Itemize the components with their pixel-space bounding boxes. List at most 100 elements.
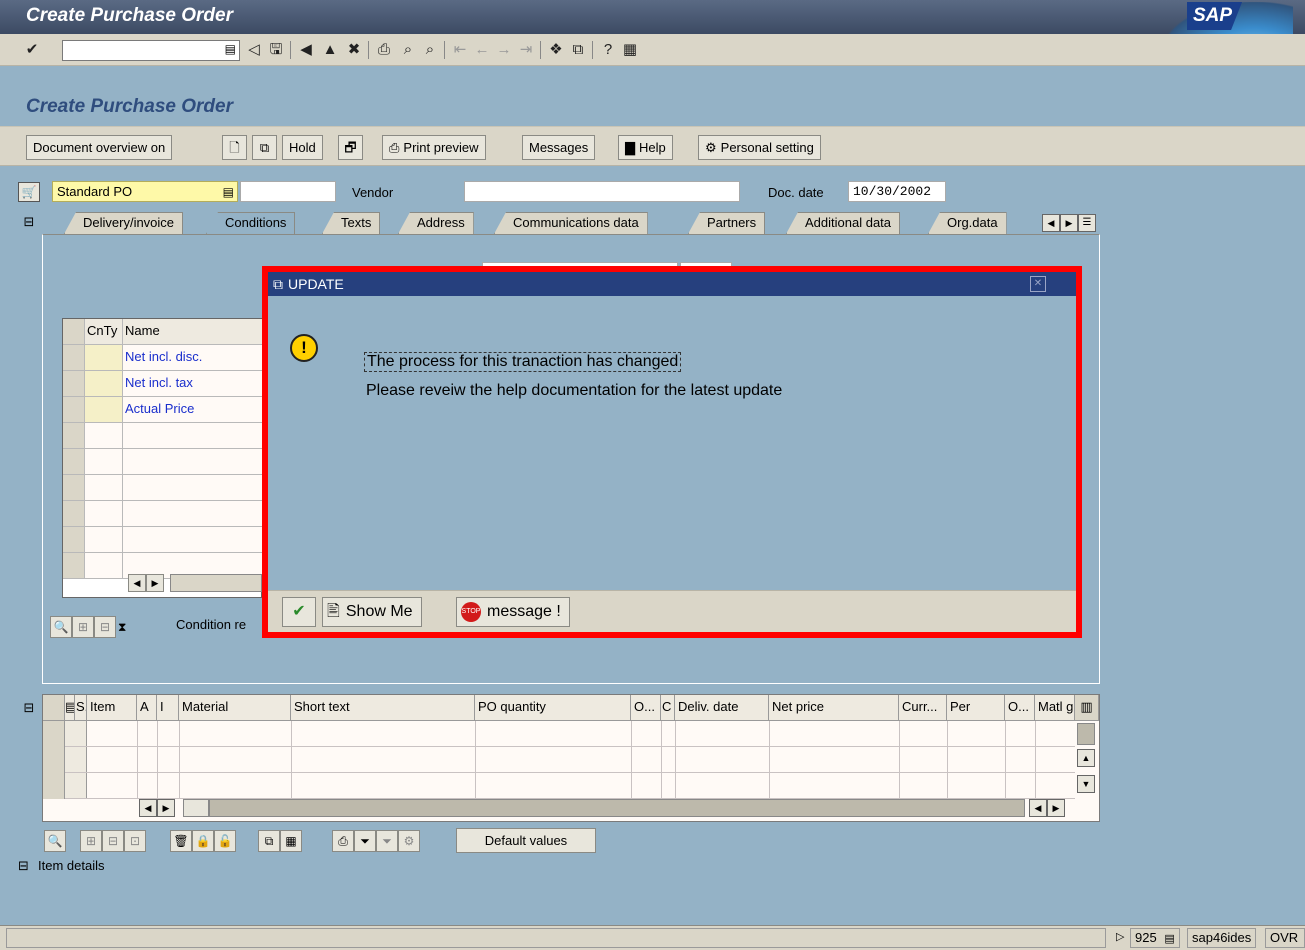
row-selector-column[interactable] bbox=[43, 721, 65, 799]
system-info-icon[interactable]: ▤ bbox=[1164, 933, 1174, 945]
table-icon[interactable]: ▦ bbox=[280, 830, 302, 852]
scroll-left-icon[interactable]: ◀ bbox=[128, 574, 146, 592]
check-icon[interactable]: 🗗 bbox=[338, 135, 363, 160]
scroll-right-icon[interactable]: ▶ bbox=[157, 799, 175, 817]
row-selector[interactable] bbox=[63, 553, 85, 579]
table-cell[interactable]: Actual Price bbox=[123, 397, 263, 423]
tab-delivery-invoice[interactable]: Delivery/invoice bbox=[64, 212, 184, 234]
tab-communications-data[interactable]: Communications data bbox=[494, 212, 648, 234]
print-preview-button[interactable]: ⎙ Print preview bbox=[382, 135, 486, 160]
create-session-icon[interactable]: ❖ bbox=[546, 40, 566, 60]
table-cell[interactable] bbox=[123, 423, 263, 449]
scroll-right-icon[interactable]: ▶ bbox=[1047, 799, 1065, 817]
close-icon[interactable]: ✕ bbox=[1030, 276, 1046, 292]
last-page-icon[interactable]: ⇥ bbox=[516, 40, 536, 60]
column-header-c[interactable]: C bbox=[661, 695, 675, 721]
scroll-left-icon[interactable]: ◀ bbox=[1029, 799, 1047, 817]
row-selector[interactable] bbox=[63, 397, 85, 423]
column-header-order-unit[interactable]: O... bbox=[631, 695, 661, 721]
first-page-icon[interactable]: ⇤ bbox=[450, 40, 470, 60]
table-cell[interactable] bbox=[85, 345, 123, 371]
collapse-command-icon[interactable]: ◁ bbox=[244, 40, 264, 60]
column-header-cnty[interactable]: CnTy bbox=[85, 319, 123, 345]
command-field[interactable]: ▤ bbox=[62, 40, 240, 61]
condition-analysis-icon[interactable]: ⧗ bbox=[118, 620, 126, 635]
column-header-deliv-date[interactable]: Deliv. date bbox=[675, 695, 769, 721]
conditions-horizontal-scrollbar[interactable] bbox=[170, 574, 262, 592]
table-select-all[interactable] bbox=[43, 695, 65, 721]
column-header-i[interactable]: I bbox=[157, 695, 179, 721]
vendor-field[interactable] bbox=[464, 181, 740, 202]
column-header-short-text[interactable]: Short text bbox=[291, 695, 475, 721]
copy-icon[interactable]: ⧉ bbox=[258, 830, 280, 852]
cancel-icon[interactable]: ✖ bbox=[344, 40, 364, 60]
table-cell[interactable] bbox=[123, 527, 263, 553]
tab-texts[interactable]: Texts bbox=[322, 212, 381, 234]
column-header-matl-group[interactable]: Matl g bbox=[1035, 695, 1075, 721]
item-details-toggle[interactable]: ⊟ Item details bbox=[18, 858, 104, 874]
po-number-field[interactable] bbox=[240, 181, 336, 202]
column-header-a[interactable]: A bbox=[137, 695, 157, 721]
save-icon[interactable]: 🖫 bbox=[266, 40, 286, 60]
exit-icon[interactable]: ▲ bbox=[320, 40, 340, 60]
create-shortcut-icon[interactable]: ⧉ bbox=[568, 40, 588, 60]
table-cell[interactable] bbox=[85, 501, 123, 527]
item-copy-icon[interactable]: ⊟ bbox=[102, 830, 124, 852]
row-selector[interactable] bbox=[63, 449, 85, 475]
status-mode[interactable]: OVR bbox=[1265, 928, 1305, 948]
document-overview-button[interactable]: Document overview on bbox=[26, 135, 173, 160]
tab-address[interactable]: Address bbox=[398, 212, 474, 234]
table-cell[interactable] bbox=[123, 449, 263, 475]
table-cell[interactable] bbox=[85, 527, 123, 553]
status-expand-icon[interactable]: ▷ bbox=[1116, 930, 1124, 943]
print-icon[interactable]: ⎙ bbox=[374, 40, 394, 60]
find-next-icon[interactable]: ⌕ bbox=[420, 40, 440, 60]
doc-date-field[interactable]: 10/30/2002 bbox=[848, 181, 946, 202]
item-detail-icon[interactable]: 🔍 bbox=[44, 830, 66, 852]
table-cell[interactable] bbox=[123, 501, 263, 527]
message-button[interactable]: STOP message ! bbox=[456, 597, 570, 627]
tab-scroll-right-icon[interactable]: ▶ bbox=[1060, 214, 1078, 232]
po-type-dropdown-icon[interactable]: ▤ bbox=[223, 183, 234, 202]
column-header-per[interactable]: Per bbox=[947, 695, 1005, 721]
table-select-all[interactable] bbox=[63, 319, 85, 345]
messages-button[interactable]: Messages bbox=[522, 135, 596, 160]
tab-org-data[interactable]: Org.data bbox=[928, 212, 1007, 234]
filter-off-icon[interactable]: ⏷ bbox=[376, 830, 398, 852]
unlock-icon[interactable]: 🔓 bbox=[214, 830, 236, 852]
po-type-field[interactable]: Standard PO ▤ bbox=[52, 181, 238, 202]
delete-row-icon[interactable]: ⊟ bbox=[94, 616, 116, 638]
row-selector[interactable] bbox=[63, 475, 85, 501]
shopping-cart-icon[interactable]: 🛒 bbox=[18, 182, 40, 202]
items-collapse-icon[interactable]: ⊟ bbox=[18, 698, 40, 718]
tab-conditions[interactable]: Conditions bbox=[206, 212, 296, 234]
command-history-icon[interactable]: ▤ bbox=[225, 42, 236, 56]
item-insert-icon[interactable]: ⊞ bbox=[80, 830, 102, 852]
row-selector[interactable] bbox=[63, 345, 85, 371]
vertical-scrollbar-thumb[interactable] bbox=[1077, 723, 1095, 745]
table-cell[interactable] bbox=[85, 553, 123, 579]
scroll-down-icon[interactable]: ▼ bbox=[1077, 775, 1095, 793]
horizontal-scrollbar-track[interactable] bbox=[209, 799, 1025, 817]
insert-row-icon[interactable]: ⊞ bbox=[72, 616, 94, 638]
table-cell[interactable] bbox=[123, 475, 263, 501]
table-cell[interactable]: Net incl. tax bbox=[123, 371, 263, 397]
column-header-status[interactable]: S.. bbox=[75, 695, 87, 721]
hold-button[interactable]: Hold bbox=[282, 135, 323, 160]
tab-partners[interactable]: Partners bbox=[688, 212, 766, 234]
scroll-right-icon[interactable]: ▶ bbox=[146, 574, 164, 592]
lock-icon[interactable]: 🔒 bbox=[192, 830, 214, 852]
previous-page-icon[interactable]: ← bbox=[472, 40, 492, 60]
filter-settings-icon[interactable]: ⚙ bbox=[398, 830, 420, 852]
new-document-icon[interactable]: 🗋 bbox=[222, 135, 247, 160]
table-cell[interactable] bbox=[85, 423, 123, 449]
tab-list-icon[interactable]: ☰ bbox=[1078, 214, 1096, 232]
table-settings-icon[interactable]: ▤ bbox=[65, 695, 75, 721]
row-selector[interactable] bbox=[63, 371, 85, 397]
table-row[interactable] bbox=[65, 772, 1075, 773]
column-header-currency[interactable]: Curr... bbox=[899, 695, 947, 721]
tab-additional-data[interactable]: Additional data bbox=[786, 212, 901, 234]
back-icon[interactable]: ◀ bbox=[296, 40, 316, 60]
personal-setting-button[interactable]: ⚙ Personal setting bbox=[698, 135, 821, 160]
row-selector[interactable] bbox=[63, 527, 85, 553]
